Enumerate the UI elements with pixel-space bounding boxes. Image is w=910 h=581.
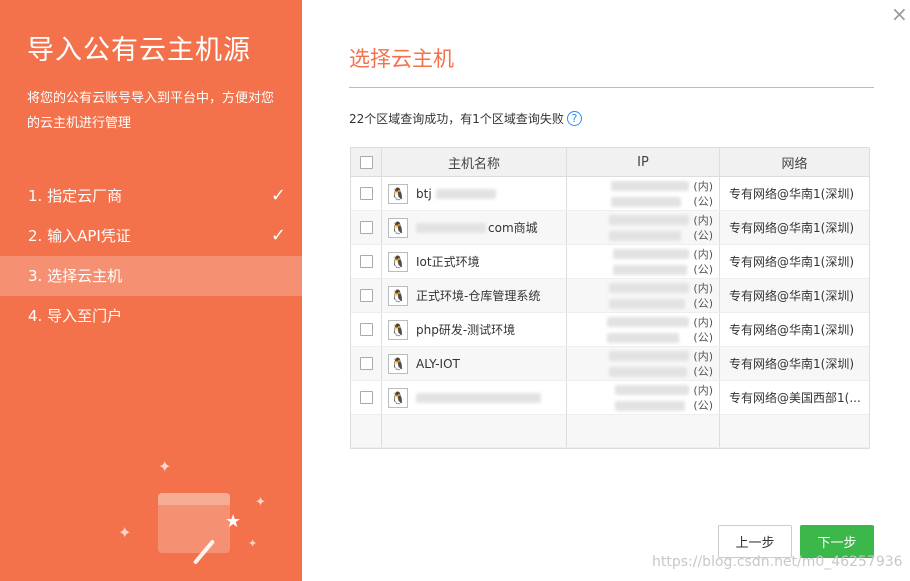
- redacted-text: [416, 392, 541, 403]
- row-checkbox[interactable]: [359, 289, 373, 302]
- wizard-illustration: ✦ ✦ ✦ ✦ ★: [110, 455, 280, 581]
- table-row[interactable]: 🐧 (内) (公) 专有网络@美国西部1(...: [351, 381, 869, 415]
- linux-icon: 🐧: [388, 387, 408, 408]
- column-header-ip: IP: [567, 148, 720, 176]
- row-checkbox[interactable]: [359, 323, 373, 336]
- host-name: btj: [416, 186, 432, 201]
- wizard-description: 将您的公有云账号导入到平台中，方便对您的云主机进行管理: [27, 91, 275, 131]
- network-cell: 专有网络@华南1(深圳): [729, 187, 854, 201]
- linux-icon: 🐧: [388, 285, 408, 306]
- ip-internal-label: (内): [693, 213, 713, 227]
- row-checkbox[interactable]: [359, 221, 373, 234]
- star-icon: ★: [225, 511, 242, 532]
- sparkle-icon: ✦: [158, 457, 172, 476]
- redacted-text: [435, 188, 496, 199]
- status-text: 22个区域查询成功，有1个区域查询失败: [349, 112, 564, 126]
- linux-icon: 🐧: [388, 319, 408, 340]
- sparkle-icon: ✦: [248, 537, 258, 550]
- close-icon[interactable]: ×: [891, 2, 908, 26]
- wizard-sidebar: 导入公有云主机源 将您的公有云账号导入到平台中，方便对您的云主机进行管理 1. …: [0, 0, 302, 581]
- wizard-title: 导入公有云主机源: [27, 35, 251, 66]
- host-name: ALY-IOT: [416, 356, 460, 371]
- network-cell: 专有网络@华南1(深圳): [729, 221, 854, 235]
- table-empty-row: [351, 415, 869, 448]
- ip-public-label: (公): [693, 194, 713, 208]
- query-status: 22个区域查询成功，有1个区域查询失败 ?: [349, 110, 582, 127]
- network-cell: 专有网络@美国西部1(...: [729, 391, 861, 405]
- network-cell: 专有网络@华南1(深圳): [729, 323, 854, 337]
- step-2[interactable]: 2. 输入API凭证 ✓: [0, 216, 302, 256]
- row-checkbox[interactable]: [359, 187, 373, 200]
- ip-internal-label: (内): [693, 349, 713, 363]
- ip-public-label: (公): [693, 228, 713, 242]
- ip-public-label: (公): [693, 398, 713, 412]
- host-name: php研发-测试环境: [416, 323, 516, 337]
- row-checkbox[interactable]: [359, 255, 373, 268]
- table-row[interactable]: 🐧 ALY-IOT (内) (公) 专有网络@华南1(深圳): [351, 347, 869, 381]
- step-1[interactable]: 1. 指定云厂商 ✓: [0, 176, 302, 216]
- ip-public-label: (公): [693, 296, 713, 310]
- section-title: 选择云主机: [349, 47, 454, 71]
- table-row[interactable]: 🐧 com商城 (内) (公) 专有网络@华南1(深圳): [351, 211, 869, 245]
- network-cell: 专有网络@华南1(深圳): [729, 255, 854, 269]
- step-label: 1. 指定云厂商: [28, 187, 123, 205]
- table-row[interactable]: 🐧 btj (内) (公) 专有网络@华南1(深圳): [351, 177, 869, 211]
- host-name: 正式环境-仓库管理系统: [416, 289, 541, 303]
- linux-icon: 🐧: [388, 183, 408, 204]
- step-label: 2. 输入API凭证: [28, 227, 131, 245]
- step-3[interactable]: 3. 选择云主机: [0, 256, 302, 296]
- table-row[interactable]: 🐧 Iot正式环境 (内) (公) 专有网络@华南1(深圳): [351, 245, 869, 279]
- host-name: com商城: [488, 221, 538, 235]
- sparkle-icon: ✦: [255, 495, 266, 510]
- checkmark-icon: ✓: [270, 225, 286, 246]
- ip-internal-label: (内): [693, 179, 713, 193]
- network-cell: 专有网络@华南1(深圳): [729, 357, 854, 371]
- host-name: Iot正式环境: [416, 255, 480, 269]
- ip-public-label: (公): [693, 262, 713, 276]
- step-list: 1. 指定云厂商 ✓ 2. 输入API凭证 ✓ 3. 选择云主机 4. 导入至门…: [0, 176, 302, 336]
- host-table: 主机名称 IP 网络 🐧 btj (内) (公) 专有网络@华南1(深圳) 🐧 com…: [350, 147, 870, 449]
- network-cell: 专有网络@华南1(深圳): [729, 289, 854, 303]
- linux-icon: 🐧: [388, 353, 408, 374]
- table-header: 主机名称 IP 网络: [351, 148, 869, 177]
- watermark: https://blog.csdn.net/m0_46257936: [652, 554, 903, 570]
- linux-icon: 🐧: [388, 217, 408, 238]
- checkmark-icon: ✓: [270, 185, 286, 206]
- row-checkbox[interactable]: [359, 357, 373, 370]
- select-all-checkbox[interactable]: [359, 155, 373, 169]
- ip-public-label: (公): [693, 330, 713, 344]
- column-header-network: 网络: [781, 156, 808, 172]
- step-label: 4. 导入至门户: [28, 307, 123, 325]
- linux-icon: 🐧: [388, 251, 408, 272]
- table-row[interactable]: 🐧 php研发-测试环境 (内) (公) 专有网络@华南1(深圳): [351, 313, 869, 347]
- sparkle-icon: ✦: [118, 523, 132, 542]
- help-icon[interactable]: ?: [566, 111, 582, 126]
- table-row[interactable]: 🐧 正式环境-仓库管理系统 (内) (公) 专有网络@华南1(深圳): [351, 279, 869, 313]
- window-icon: [158, 493, 230, 553]
- ip-internal-label: (内): [693, 247, 713, 261]
- ip-internal-label: (内): [693, 315, 713, 329]
- row-checkbox[interactable]: [359, 391, 373, 404]
- divider: [349, 87, 874, 88]
- step-label: 3. 选择云主机: [28, 267, 123, 285]
- ip-public-label: (公): [693, 364, 713, 378]
- ip-internal-label: (内): [693, 281, 713, 295]
- step-4[interactable]: 4. 导入至门户: [0, 296, 302, 336]
- ip-internal-label: (内): [693, 383, 713, 397]
- column-header-name: 主机名称: [382, 148, 567, 176]
- redacted-text: [416, 222, 486, 233]
